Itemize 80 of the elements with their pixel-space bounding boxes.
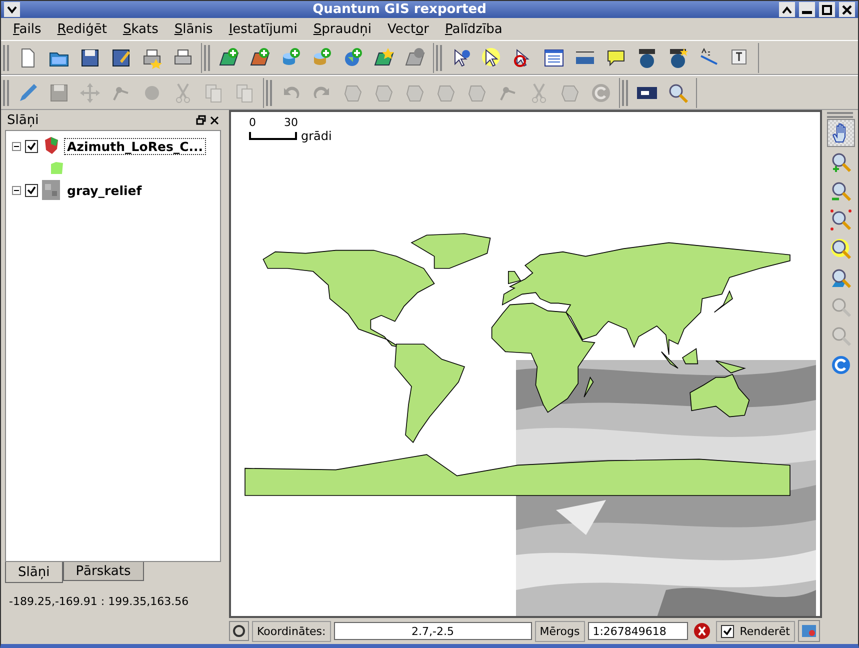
shade-button[interactable]	[779, 2, 795, 17]
refresh-icon	[830, 354, 852, 376]
close-icon	[842, 4, 852, 14]
float-icon[interactable]	[196, 115, 206, 125]
layer-name[interactable]: gray_relief	[64, 182, 145, 198]
menu-item[interactable]: Iestatījumi	[220, 22, 306, 36]
minimize-button[interactable]	[799, 2, 815, 17]
visibility-checkbox[interactable]	[25, 140, 38, 152]
zoom-selection-icon	[830, 238, 852, 260]
maximize-button[interactable]	[819, 2, 835, 17]
scale-bar	[249, 132, 297, 140]
checkmark-icon	[27, 142, 36, 150]
globe-icon	[342, 46, 364, 68]
disk-pencil-icon	[110, 46, 132, 68]
layer-icon	[404, 46, 426, 68]
toolbar-handle[interactable]	[204, 44, 210, 70]
move-icon	[79, 82, 101, 104]
map-icon	[800, 623, 817, 639]
printer-icon	[141, 46, 163, 68]
toolbar-handle[interactable]	[266, 80, 272, 106]
layer-icon	[249, 46, 271, 68]
window-title: Quantum GIS rexported	[312, 2, 488, 17]
menu-item[interactable]: Fails	[5, 22, 50, 36]
coordinates-label: Koordinātes:	[252, 620, 331, 642]
visibility-checkbox[interactable]	[25, 184, 38, 196]
panel-title: Slāņi	[7, 112, 40, 128]
scale-label: 0	[249, 116, 256, 129]
map-tool-button[interactable]	[827, 119, 855, 147]
collapse-icon[interactable]	[12, 186, 21, 194]
toolbar-handle[interactable]	[3, 44, 9, 70]
scale-label: 30	[284, 116, 298, 129]
zoom-full-icon	[830, 209, 852, 231]
checkmark-icon	[722, 626, 732, 636]
scale-unit: grādi	[301, 129, 332, 143]
chevron-down-icon	[7, 6, 17, 14]
collapse-icon[interactable]	[12, 142, 21, 150]
checkmark-icon	[27, 186, 36, 194]
map-canvas[interactable]: 0 30 grādi	[229, 110, 822, 618]
legend-symbol-icon	[50, 161, 64, 175]
panel-tab[interactable]: Slāņi	[5, 562, 63, 583]
toolbar-handle[interactable]	[3, 80, 9, 106]
stop-icon	[692, 622, 711, 640]
maximize-icon	[822, 4, 832, 14]
scale-field[interactable]: 1:267849618	[588, 622, 688, 640]
raster-layer-icon	[42, 180, 60, 200]
coordinate-capture-button[interactable]	[229, 621, 249, 641]
zoom-layer-icon	[830, 267, 852, 289]
menu-item[interactable]: Slānis	[166, 22, 221, 36]
menu-item[interactable]: Spraudņi	[305, 22, 380, 36]
menu-item[interactable]: Skats	[114, 22, 166, 36]
menu-item[interactable]: Vector	[380, 22, 437, 36]
menu-item[interactable]: Rediģēt	[49, 22, 115, 36]
refresh-icon	[590, 82, 612, 104]
coordinates-field[interactable]: 2.7,-2.5	[334, 622, 532, 640]
window-menu-button[interactable]	[4, 2, 20, 17]
layer-icon	[218, 46, 240, 68]
zoom-in-icon	[830, 151, 852, 173]
layer-icon	[373, 46, 395, 68]
minimize-icon	[802, 11, 812, 14]
close-button[interactable]	[839, 2, 855, 17]
pointer-icon	[232, 624, 246, 638]
menu-item[interactable]: Palīdzība	[436, 22, 510, 36]
layer-name[interactable]: Azimuth_LoRes_C...	[64, 138, 206, 154]
chevron-up-icon	[782, 6, 792, 14]
close-icon[interactable]	[210, 116, 219, 124]
scale-label: Mērogs	[534, 620, 585, 642]
cursor-icon	[481, 46, 503, 68]
map-extent: -189.25,-169.91 : 199.35,163.56	[8, 594, 190, 610]
table-icon	[543, 46, 565, 68]
pencil-icon	[17, 82, 39, 104]
toolbar-handle[interactable]	[622, 80, 628, 106]
render-checkbox[interactable]: Renderēt	[716, 620, 795, 642]
projection-button[interactable]	[798, 620, 820, 642]
panel-tab[interactable]: Pārskats	[62, 562, 144, 581]
zoom-forward-icon	[830, 325, 852, 347]
polygon-layer-icon	[42, 136, 60, 156]
zoom-out-icon	[830, 180, 852, 202]
magnifier-icon	[667, 82, 689, 104]
zoom-back-icon	[830, 296, 852, 318]
toolbar-handle[interactable]	[436, 44, 442, 70]
